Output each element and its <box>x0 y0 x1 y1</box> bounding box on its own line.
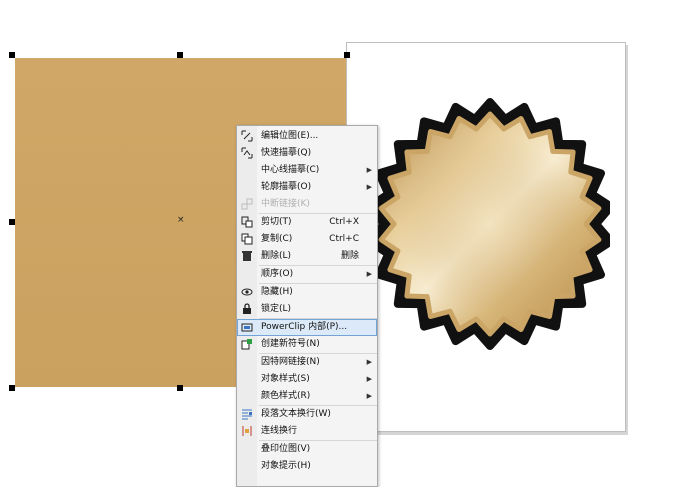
menu-item-label: 轮廓描摹(O) <box>261 182 312 192</box>
menu-item-label: 颜色样式(R) <box>261 391 311 401</box>
menu-item-shortcut: Ctrl+C <box>329 234 359 244</box>
menu-item-19[interactable]: 叠印位图(V) <box>237 441 377 458</box>
menu-item-label: 创建新符号(N) <box>261 339 320 349</box>
menu-item-20[interactable]: 对象提示(H) <box>237 458 377 475</box>
selection-handle-bottom-center[interactable] <box>177 385 183 391</box>
menu-item-label: 快速描摹(Q) <box>261 148 312 158</box>
menu-item-label: 顺序(O) <box>261 269 294 279</box>
menu-item-label: 中断链接(K) <box>261 199 310 209</box>
menu-item-label: 复制(C) <box>261 234 293 244</box>
menu-item-shortcut: Ctrl+X <box>329 217 359 227</box>
menu-item-6[interactable]: 剪切(T) Ctrl+X <box>237 214 377 231</box>
selection-handle-middle-left[interactable] <box>9 219 15 225</box>
menu-item-2[interactable]: 快速描摹(Q) <box>237 145 377 162</box>
quick-trace-icon <box>241 147 255 160</box>
menu-item-label: 连线换行 <box>261 426 298 436</box>
seal-highlight <box>400 134 580 314</box>
menu-item-label: 对象提示(H) <box>261 461 311 471</box>
delete-icon <box>241 250 255 263</box>
new-symbol-icon <box>241 338 255 351</box>
menu-item-5[interactable]: 中断链接(K) <box>237 196 377 213</box>
menu-item-label: PowerClip 内部(P)... <box>261 322 348 332</box>
menu-item-label: 中心线描摹(C) <box>261 165 320 175</box>
menu-item-18[interactable]: 连线换行 <box>237 423 377 440</box>
selection-handle-top-right[interactable] <box>344 52 350 58</box>
submenu-arrow-icon: ▶ <box>366 270 372 278</box>
menu-item-label: 剪切(T) <box>261 217 292 227</box>
eye-icon <box>241 286 255 299</box>
menu-item-15[interactable]: 对象样式(S) ▶ <box>237 371 377 388</box>
menu-item-12[interactable]: PowerClip 内部(P)... <box>237 319 377 336</box>
menu-item-17[interactable]: 段落文本换行(W) <box>237 406 377 423</box>
selection-handle-top-center[interactable] <box>177 52 183 58</box>
line-wrap-icon <box>241 425 255 438</box>
selection-handle-top-left[interactable] <box>9 52 15 58</box>
menu-item-14[interactable]: 因特网链接(N) ▶ <box>237 354 377 371</box>
menu-item-label: 段落文本换行(W) <box>261 409 331 419</box>
menu-item-8[interactable]: 删除(L) 删除 <box>237 248 377 265</box>
lock-icon <box>241 303 255 316</box>
menu-item-1[interactable]: 编辑位图(E)... <box>237 128 377 145</box>
submenu-arrow-icon: ▶ <box>366 183 372 191</box>
menu-item-label: 删除(L) <box>261 251 292 261</box>
menu-item-label: 对象样式(S) <box>261 374 310 384</box>
menu-item-7[interactable]: 复制(C) Ctrl+C <box>237 231 377 248</box>
menu-item-13[interactable]: 创建新符号(N) <box>237 336 377 353</box>
menu-item-shortcut: 删除 <box>340 251 359 261</box>
submenu-arrow-icon: ▶ <box>366 166 372 174</box>
edit-bitmap-icon <box>241 130 255 143</box>
selection-handle-bottom-left[interactable] <box>9 385 15 391</box>
submenu-arrow-icon: ▶ <box>366 375 372 383</box>
menu-item-10[interactable]: 隐藏(H) <box>237 284 377 301</box>
menu-item-label: 编辑位图(E)... <box>261 131 319 141</box>
menu-item-label: 锁定(L) <box>261 304 292 314</box>
submenu-arrow-icon: ▶ <box>366 358 372 366</box>
menu-item-16[interactable]: 颜色样式(R) ▶ <box>237 388 377 405</box>
selection-center-marker: × <box>177 215 185 225</box>
menu-item-label: 因特网链接(N) <box>261 357 320 367</box>
menu-item-3[interactable]: 中心线描摹(C) ▶ <box>237 162 377 179</box>
submenu-arrow-icon: ▶ <box>366 392 372 400</box>
menu-item-4[interactable]: 轮廓描摹(O) ▶ <box>237 179 377 196</box>
break-link-icon <box>241 198 255 211</box>
cut-icon <box>241 216 255 229</box>
menu-item-label: 隐藏(H) <box>261 287 293 297</box>
menu-item-11[interactable]: 锁定(L) <box>237 301 377 318</box>
menu-item-9[interactable]: 顺序(O) ▶ <box>237 266 377 283</box>
gold-seal-graphic[interactable] <box>370 96 610 352</box>
menu-item-label: 叠印位图(V) <box>261 444 311 454</box>
powerclip-icon <box>241 321 255 334</box>
context-menu: 编辑位图(E)... 快速描摹(Q) 中心线描摹(C) ▶ 轮廓描摹(O) ▶ 中断链接(K… <box>236 125 378 487</box>
copy-icon <box>241 233 255 246</box>
paragraph-wrap-icon <box>241 408 255 421</box>
